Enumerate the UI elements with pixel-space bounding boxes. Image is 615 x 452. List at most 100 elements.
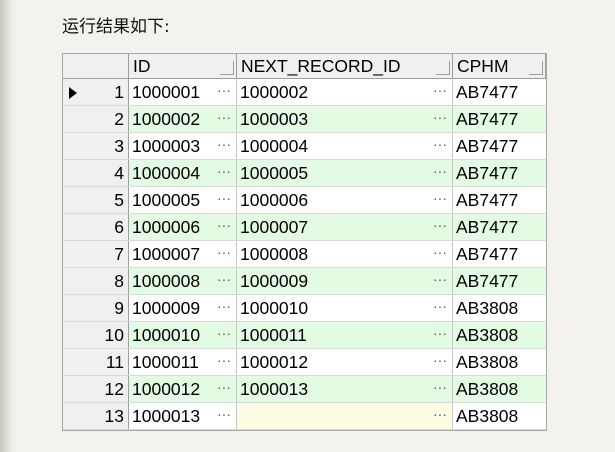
ellipsis-button[interactable]: ··· (217, 349, 231, 375)
ellipsis-button[interactable]: ··· (217, 241, 231, 267)
cell-id[interactable]: 1000011 ··· (129, 349, 237, 375)
cell-cphm[interactable]: AB3808 (453, 403, 546, 429)
row-number[interactable]: 10 (63, 322, 129, 348)
ellipsis-button[interactable]: ··· (433, 79, 447, 105)
result-grid[interactable]: ID NEXT_RECORD_ID CPHM 1 1000001 ··· 100000… (62, 53, 547, 431)
ellipsis-button[interactable]: ··· (217, 133, 231, 159)
cell-next-record-id[interactable]: 1000002 ··· (237, 79, 453, 105)
cell-cphm[interactable]: AB7477 (453, 106, 546, 132)
row-number[interactable]: 9 (63, 295, 129, 321)
ellipsis-button[interactable]: ··· (217, 160, 231, 186)
row-number[interactable]: 11 (63, 349, 129, 375)
ellipsis-button[interactable]: ··· (433, 106, 447, 132)
ellipsis-button[interactable]: ··· (433, 214, 447, 240)
cell-cphm[interactable]: AB7477 (453, 241, 546, 267)
ellipsis-button[interactable]: ··· (217, 403, 231, 429)
cell-next-record-id[interactable]: 1000009 ··· (237, 268, 453, 294)
table-row[interactable]: 3 1000003 ··· 1000004 ··· AB7477 (63, 133, 546, 160)
ellipsis-button[interactable]: ··· (217, 376, 231, 402)
cell-id[interactable]: 1000003 ··· (129, 133, 237, 159)
table-row[interactable]: 7 1000007 ··· 1000008 ··· AB7477 (63, 241, 546, 268)
column-header-next-record-id[interactable]: NEXT_RECORD_ID (237, 54, 453, 78)
cell-next-record-id[interactable]: 1000004 ··· (237, 133, 453, 159)
cell-next-record-id[interactable]: 1000011 ··· (237, 322, 453, 348)
cell-cphm[interactable]: AB7477 (453, 214, 546, 240)
row-number[interactable]: 6 (63, 214, 129, 240)
cell-next-record-id[interactable]: 1000006 ··· (237, 187, 453, 213)
ellipsis-button[interactable]: ··· (433, 268, 447, 294)
cell-cphm[interactable]: AB7477 (453, 160, 546, 186)
ellipsis-button[interactable]: ··· (433, 241, 447, 267)
table-row[interactable]: 10 1000010 ··· 1000011 ··· AB3808 (63, 322, 546, 349)
row-number[interactable]: 3 (63, 133, 129, 159)
table-row[interactable]: 1 1000001 ··· 1000002 ··· AB7477 (63, 79, 546, 106)
ellipsis-button[interactable]: ··· (217, 79, 231, 105)
row-number[interactable]: 8 (63, 268, 129, 294)
ellipsis-button[interactable]: ··· (217, 268, 231, 294)
ellipsis-button[interactable]: ··· (433, 376, 447, 402)
ellipsis-button[interactable]: ··· (217, 187, 231, 213)
table-row[interactable]: 2 1000002 ··· 1000003 ··· AB7477 (63, 106, 546, 133)
table-row[interactable]: 9 1000009 ··· 1000010 ··· AB3808 (63, 295, 546, 322)
row-number[interactable]: 7 (63, 241, 129, 267)
cell-next-record-id[interactable]: 1000003 ··· (237, 106, 453, 132)
table-row[interactable]: 8 1000008 ··· 1000009 ··· AB7477 (63, 268, 546, 295)
cell-next-record-id[interactable]: 1000013 ··· (237, 376, 453, 402)
row-number[interactable]: 5 (63, 187, 129, 213)
cell-cphm[interactable]: AB7477 (453, 187, 546, 213)
row-number[interactable]: 1 (63, 79, 129, 105)
cell-id[interactable]: 1000012 ··· (129, 376, 237, 402)
column-header-label: NEXT_RECORD_ID (241, 56, 401, 76)
cell-next-record-id[interactable]: 1000010 ··· (237, 295, 453, 321)
ellipsis-button[interactable]: ··· (433, 295, 447, 321)
cell-next-record-id[interactable]: 1000007 ··· (237, 214, 453, 240)
cell-id[interactable]: 1000008 ··· (129, 268, 237, 294)
cell-cphm[interactable]: AB3808 (453, 322, 546, 348)
row-number[interactable]: 2 (63, 106, 129, 132)
ellipsis-button[interactable]: ··· (433, 322, 447, 348)
ellipsis-button[interactable]: ··· (217, 322, 231, 348)
table-row[interactable]: 13 1000013 ··· ··· AB3808 (63, 403, 546, 430)
cell-id[interactable]: 1000005 ··· (129, 187, 237, 213)
cell-next-record-id[interactable]: 1000008 ··· (237, 241, 453, 267)
cell-cphm[interactable]: AB3808 (453, 295, 546, 321)
column-header-id[interactable]: ID (129, 54, 237, 78)
row-number[interactable]: 12 (63, 376, 129, 402)
cell-cphm[interactable]: AB7477 (453, 268, 546, 294)
cell-cphm[interactable]: AB7477 (453, 79, 546, 105)
cell-id[interactable]: 1000009 ··· (129, 295, 237, 321)
ellipsis-button[interactable]: ··· (433, 187, 447, 213)
table-row[interactable]: 12 1000012 ··· 1000013 ··· AB3808 (63, 376, 546, 403)
row-number[interactable]: 4 (63, 160, 129, 186)
cell-id[interactable]: 1000001 ··· (129, 79, 237, 105)
cell-id[interactable]: 1000007 ··· (129, 241, 237, 267)
column-resize-handle[interactable] (529, 61, 543, 75)
cell-id[interactable]: 1000013 ··· (129, 403, 237, 429)
cell-cphm[interactable]: AB3808 (453, 376, 546, 402)
cell-next-record-id[interactable]: ··· (237, 403, 453, 429)
cell-id[interactable]: 1000004 ··· (129, 160, 237, 186)
table-row[interactable]: 4 1000004 ··· 1000005 ··· AB7477 (63, 160, 546, 187)
column-header-cphm[interactable]: CPHM (453, 54, 546, 78)
row-header-corner (63, 54, 129, 78)
row-number[interactable]: 13 (63, 403, 129, 429)
ellipsis-button[interactable]: ··· (433, 403, 447, 429)
table-row[interactable]: 11 1000011 ··· 1000012 ··· AB3808 (63, 349, 546, 376)
ellipsis-button[interactable]: ··· (433, 133, 447, 159)
ellipsis-button[interactable]: ··· (217, 106, 231, 132)
cell-id[interactable]: 1000006 ··· (129, 214, 237, 240)
column-resize-handle[interactable] (220, 61, 234, 75)
table-row[interactable]: 6 1000006 ··· 1000007 ··· AB7477 (63, 214, 546, 241)
table-row[interactable]: 5 1000005 ··· 1000006 ··· AB7477 (63, 187, 546, 214)
cell-cphm[interactable]: AB7477 (453, 133, 546, 159)
ellipsis-button[interactable]: ··· (217, 295, 231, 321)
ellipsis-button[interactable]: ··· (433, 160, 447, 186)
cell-next-record-id[interactable]: 1000012 ··· (237, 349, 453, 375)
ellipsis-button[interactable]: ··· (217, 214, 231, 240)
column-resize-handle[interactable] (436, 61, 450, 75)
cell-id[interactable]: 1000010 ··· (129, 322, 237, 348)
cell-cphm[interactable]: AB3808 (453, 349, 546, 375)
ellipsis-button[interactable]: ··· (433, 349, 447, 375)
cell-next-record-id[interactable]: 1000005 ··· (237, 160, 453, 186)
cell-id[interactable]: 1000002 ··· (129, 106, 237, 132)
